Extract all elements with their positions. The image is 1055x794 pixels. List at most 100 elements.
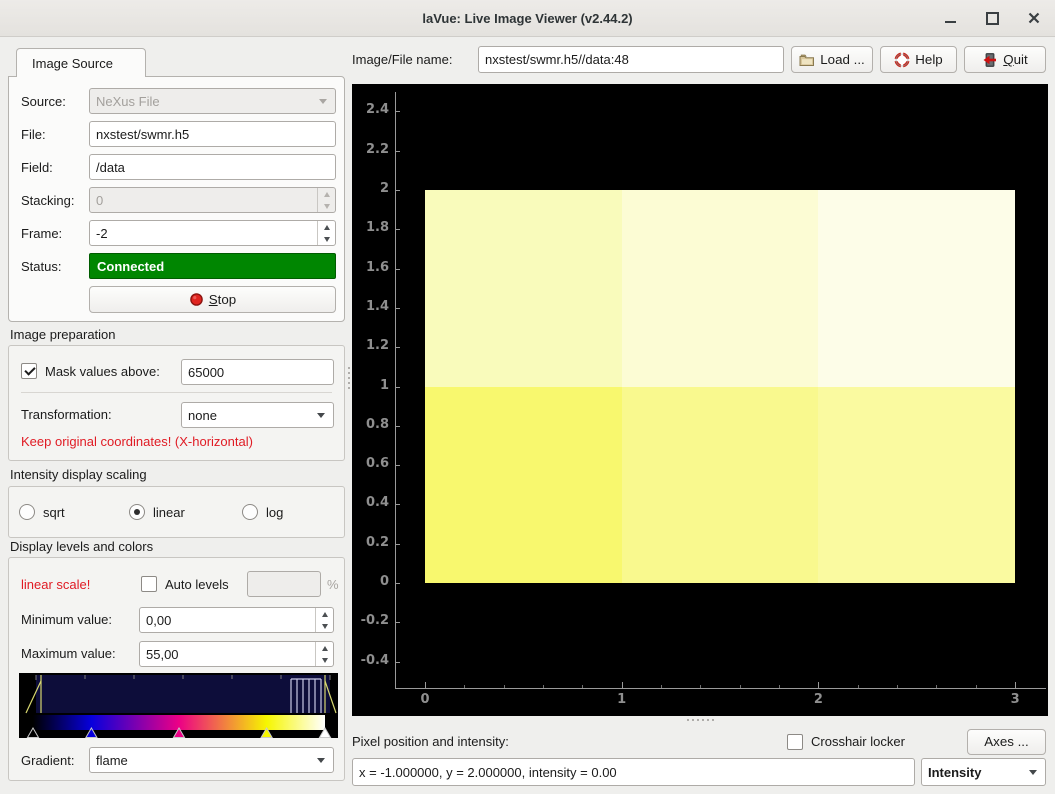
radio-sqrt[interactable]: sqrt [19,504,129,520]
x-tick [622,682,623,688]
y-tick [396,504,400,505]
frame-spinbox[interactable]: -2 [89,220,336,246]
maximum-spinbox[interactable]: 55,00 [139,641,334,667]
stacking-spin-up[interactable] [318,188,335,200]
pixel-position-label: Pixel position and intensity: [352,734,509,749]
footer-row-1: Pixel position and intensity: Crosshair … [352,728,1046,755]
y-tick [396,583,400,584]
image-source-panel: Source: NeXus File File: Field: Stacking… [8,76,345,322]
radio-icon [19,504,35,520]
gradient-label: Gradient: [21,753,74,768]
plot-area[interactable]: 2.42.221.81.61.41.210.80.60.40.20-0.2-0.… [352,84,1048,716]
quit-button[interactable]: Quit [964,46,1046,73]
y-tick [396,151,400,152]
x-minor-tick [740,685,741,688]
auto-levels-option[interactable]: Auto levels [141,576,229,592]
y-tick-label: -0.2 [352,613,389,628]
axes-button[interactable]: Axes ... [967,729,1046,755]
minimum-spin-up[interactable] [316,608,333,620]
frame-spin-down[interactable] [318,233,335,245]
radio-log[interactable]: log [242,504,283,520]
y-tick [396,190,400,191]
maximum-spin-down[interactable] [316,654,333,666]
x-minor-tick [504,685,505,688]
y-tick [396,229,400,230]
stacking-spin-down[interactable] [318,200,335,212]
percent-suffix: % [327,577,339,592]
radio-icon [242,504,258,520]
maximize-button[interactable] [985,11,999,25]
y-tick-label: 0.4 [352,495,389,510]
minimize-button[interactable] [943,11,957,25]
quit-door-icon [982,52,998,68]
image-preparation-section-label: Image preparation [10,327,116,342]
x-axis-line [395,688,1046,689]
control-panel: Image Source Source: NeXus File File: Fi… [8,40,346,788]
x-tick [818,682,819,688]
field-field-box [89,154,336,180]
position-readout[interactable] [359,765,908,780]
load-button[interactable]: Load ... [791,46,873,73]
stop-button[interactable]: Stop [89,286,336,313]
frame-spin-up[interactable] [318,221,335,233]
y-tick [396,269,400,270]
status-label: Status: [21,259,89,274]
gradient-select[interactable]: flame [89,747,334,773]
maximize-icon [986,12,999,25]
status-badge: Connected [89,253,336,279]
y-tick [396,308,400,309]
chevron-down-icon [317,758,325,763]
y-tick-label: 0.8 [352,417,389,432]
axes-button-label: Axes ... [984,734,1028,749]
frame-label: Frame: [21,226,89,241]
plot-footer-splitter[interactable] [352,716,1048,723]
stop-icon [189,292,204,307]
radio-linear[interactable]: linear [129,504,242,520]
stacking-spinbox[interactable]: 0 [89,187,336,213]
spin-up-icon [322,646,328,651]
y-tick-label: 2.2 [352,142,389,157]
transformation-value: none [188,408,217,423]
x-minor-tick [582,685,583,688]
file-input[interactable] [96,127,329,142]
auto-levels-checkbox [141,576,157,592]
y-tick-label: 0.2 [352,535,389,550]
x-minor-tick [700,685,701,688]
intensity-scaling-section-label: Intensity display scaling [10,467,147,482]
channel-value: Intensity [928,765,981,780]
levels-histogram-widget[interactable] [19,673,338,738]
x-tick-label: 1 [605,692,639,707]
source-value: NeXus File [96,94,160,109]
crosshair-locker-checkbox [787,734,803,750]
scale-note: linear scale! [21,577,90,592]
filename-input[interactable] [485,52,777,67]
transformation-select[interactable]: none [181,402,334,428]
y-tick-label: 1 [352,378,389,393]
mask-value-input[interactable] [188,365,327,380]
mask-checkbox[interactable] [21,363,37,379]
close-button[interactable] [1027,11,1041,25]
display-levels-section-label: Display levels and colors [10,539,153,554]
crosshair-locker-option[interactable]: Crosshair locker [787,734,905,750]
spin-down-icon [322,624,328,629]
radio-icon [129,504,145,520]
minimize-icon [945,21,956,23]
tab-image-source[interactable]: Image Source [16,48,146,77]
position-readout-box [352,758,915,786]
window-title: laVue: Live Image Viewer (v2.44.2) [422,11,632,26]
image-cell [622,387,819,584]
maximum-spin-up[interactable] [316,642,333,654]
channel-select[interactable]: Intensity [921,758,1046,786]
help-lifering-icon [894,52,910,68]
minimum-spin-down[interactable] [316,620,333,632]
field-input[interactable] [96,160,329,175]
auto-percent-input[interactable] [254,577,314,592]
maximum-label: Maximum value: [21,646,116,661]
image-cell [425,190,622,387]
x-minor-tick [464,685,465,688]
help-button[interactable]: Help [880,46,957,73]
x-minor-tick [897,685,898,688]
radio-log-label: log [266,505,283,520]
minimum-spinbox[interactable]: 0,00 [139,607,334,633]
source-select[interactable]: NeXus File [89,88,336,114]
